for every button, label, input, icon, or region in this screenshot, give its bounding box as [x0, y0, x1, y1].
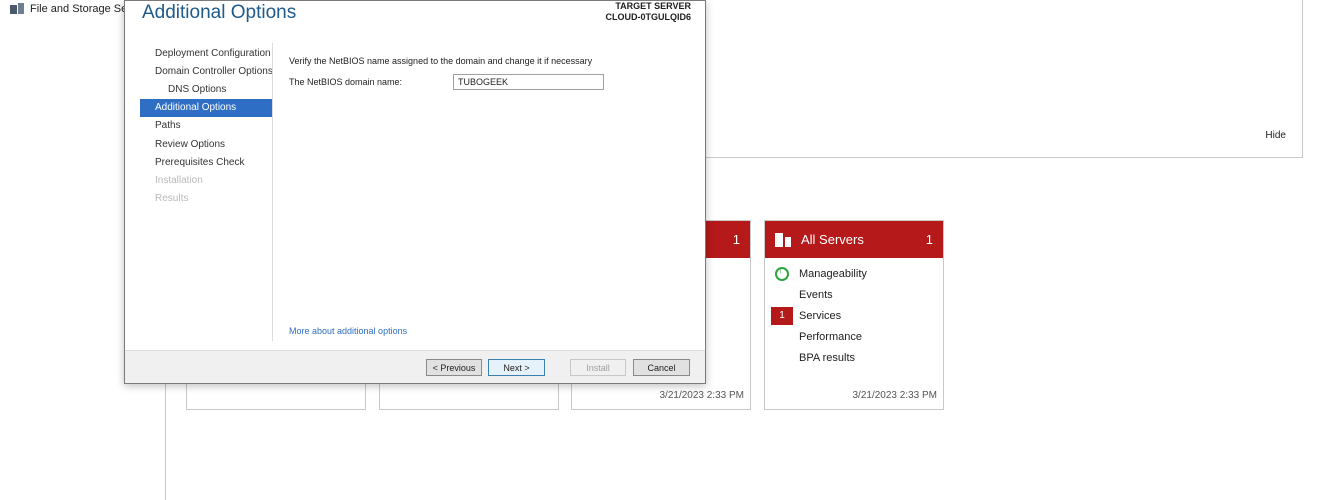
step-deployment-configuration[interactable]: Deployment Configuration [140, 44, 273, 62]
step-additional-options[interactable]: Additional Options [140, 98, 273, 117]
servers-icon [775, 232, 791, 247]
alert-count-badge: 1 [771, 306, 793, 325]
step-installation: Installation [155, 174, 203, 186]
target-server-label: TARGET SERVER [615, 1, 691, 11]
tile-row-label: Services [799, 309, 842, 322]
target-server-name: CLOUD-0TGULQID6 [605, 12, 692, 22]
step-paths[interactable]: Paths [140, 117, 273, 135]
tile-title: All Servers [801, 232, 864, 247]
more-about-link[interactable]: More about additional options [289, 326, 407, 336]
tile-timestamp: 3/21/2023 2:33 PM [659, 390, 744, 401]
file-storage-icon [10, 3, 24, 15]
sidebar-item-label: File and Storage Ser [30, 3, 131, 15]
tile-timestamp: 3/21/2023 2:33 PM [852, 390, 937, 401]
nav-divider [165, 384, 166, 500]
step-review-options[interactable]: Review Options [140, 135, 273, 153]
status-up-icon [775, 265, 789, 281]
step-dns-options[interactable]: DNS Options [140, 80, 273, 98]
install-button: Install [570, 359, 626, 376]
netbios-label: The NetBIOS domain name: [289, 77, 403, 87]
sidebar-item-file-storage[interactable]: File and Storage Ser [10, 3, 131, 15]
netbios-name-input[interactable] [453, 74, 604, 90]
all-servers-tile[interactable]: All Servers 1 Manageability Events 1 Ser… [764, 220, 944, 410]
tile-row-label: Events [799, 288, 833, 301]
ad-ds-configuration-wizard: Additional Options TARGET SERVER CLOUD-0… [124, 0, 706, 384]
instruction-text: Verify the NetBIOS name assigned to the … [289, 56, 593, 66]
wizard-steps: Deployment Configuration Domain Controll… [140, 44, 273, 208]
netbios-field-row: The NetBIOS domain name: [289, 74, 604, 90]
step-domain-controller-options[interactable]: Domain Controller Options [140, 62, 273, 80]
tile-count: 1 [732, 232, 740, 247]
dialog-footer: < Previous Next > Install Cancel [125, 350, 705, 383]
welcome-panel: Hide [704, 0, 1303, 158]
tile-header[interactable]: All Servers 1 [765, 221, 943, 258]
tile-count: 1 [925, 232, 933, 247]
step-results: Results [155, 193, 189, 205]
tile-row-bpa[interactable]: BPA results [765, 347, 943, 368]
hide-link[interactable]: Hide [1265, 130, 1286, 141]
tile-row-performance[interactable]: Performance [765, 326, 943, 347]
tile-row-label: BPA results [799, 351, 856, 364]
previous-button[interactable]: < Previous [426, 359, 482, 376]
next-button[interactable]: Next > [488, 359, 545, 376]
page-title: Additional Options [142, 2, 297, 23]
tile-row-services[interactable]: 1 Services [765, 305, 943, 326]
tile-row-label: Manageability [799, 267, 867, 280]
cancel-button[interactable]: Cancel [633, 359, 690, 376]
tile-row-events[interactable]: Events [765, 284, 943, 305]
target-server-info: TARGET SERVER CLOUD-0TGULQID6 [606, 1, 692, 23]
tile-row-label: Performance [799, 330, 862, 343]
step-prerequisites-check[interactable]: Prerequisites Check [140, 153, 273, 171]
tile-row-manageability[interactable]: Manageability [765, 263, 943, 284]
steps-divider [272, 43, 273, 341]
